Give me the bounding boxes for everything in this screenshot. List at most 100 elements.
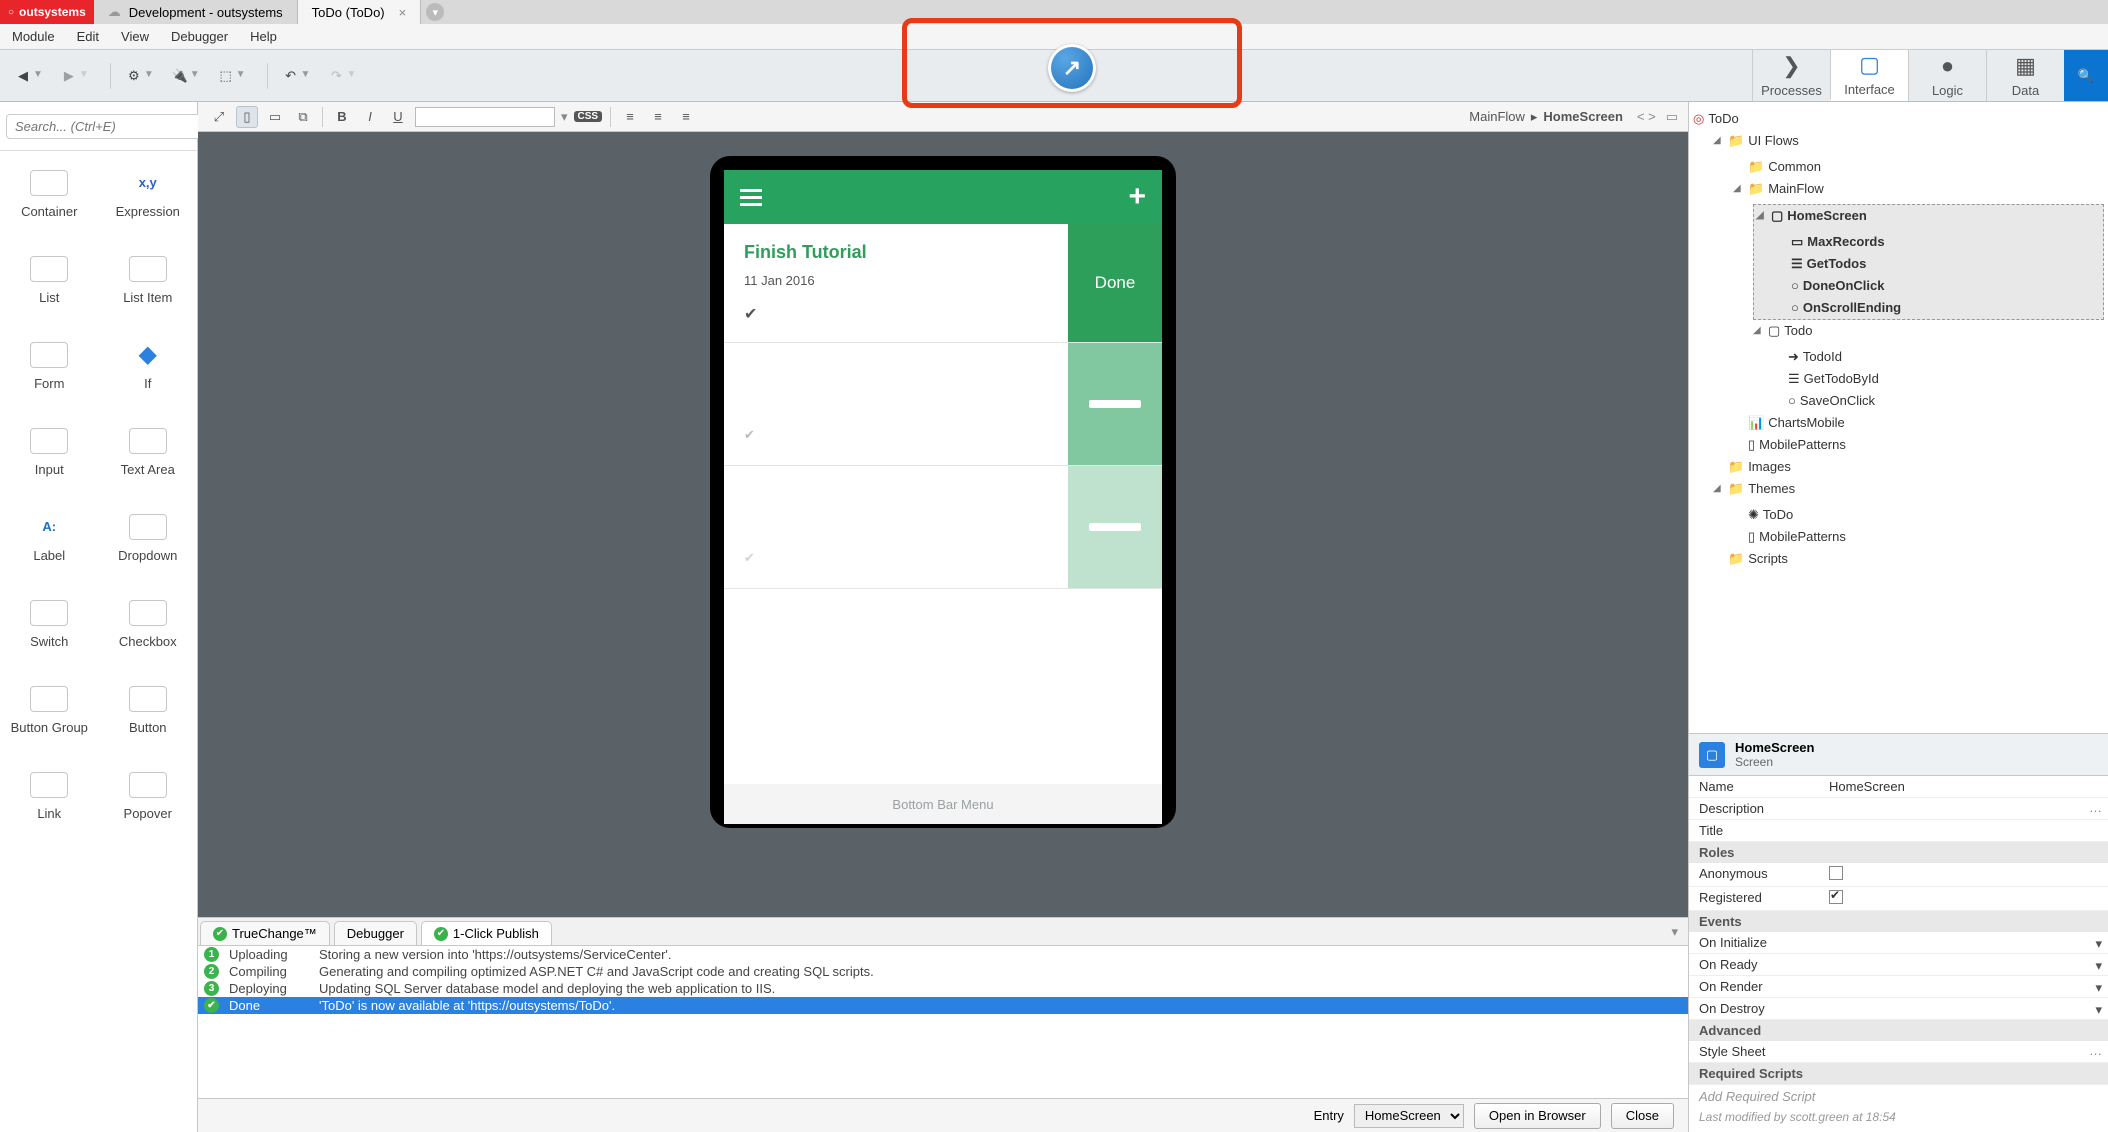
tree-node[interactable]: ▯MobilePatterns	[1733, 526, 2104, 548]
align-center-button[interactable]: ≡	[647, 106, 669, 128]
module-icon[interactable]: ⬚	[215, 65, 237, 87]
add-icon[interactable]: +	[1128, 180, 1146, 214]
bold-button[interactable]: B	[331, 106, 353, 128]
menu-edit[interactable]: Edit	[77, 29, 99, 44]
entry-select[interactable]: HomeScreen	[1354, 1104, 1464, 1128]
tree-node[interactable]: 📁Images	[1713, 456, 2104, 478]
tree-node[interactable]: ◢📁UI Flows📁Common◢📁MainFlow◢▢HomeScreen▭…	[1713, 130, 2104, 456]
settings-icon[interactable]: ⚙	[123, 65, 145, 87]
done-action[interactable]: Done	[1068, 224, 1162, 342]
hamburger-icon[interactable]	[740, 189, 762, 206]
prop-value[interactable]: ▾	[1819, 954, 2108, 976]
undo-button[interactable]: ↶	[280, 65, 302, 87]
tree-node[interactable]: ✺ToDo	[1733, 504, 2104, 526]
menu-view[interactable]: View	[121, 29, 149, 44]
tool-list[interactable]: List	[0, 237, 99, 323]
tool-expression[interactable]: x,yExpression	[99, 151, 198, 237]
data-tab[interactable]: ▦Data	[1986, 50, 2064, 101]
tree-node[interactable]: ◢▢HomeScreen▭MaxRecords☰GetTodos○DoneOnC…	[1753, 204, 2104, 320]
tree-node[interactable]: ◢📁MainFlow◢▢HomeScreen▭MaxRecords☰GetTod…	[1733, 178, 2104, 412]
italic-button[interactable]: I	[359, 106, 381, 128]
log-row[interactable]: 2CompilingGenerating and compiling optim…	[198, 963, 1688, 980]
tree-node[interactable]: ○DoneOnClick	[1776, 275, 2101, 297]
tool-list-item[interactable]: List Item	[99, 237, 198, 323]
env-tab[interactable]: Development - outsystems	[94, 0, 298, 24]
prop-value[interactable]: ▾	[1819, 932, 2108, 954]
menu-module[interactable]: Module	[12, 29, 55, 44]
plug-icon[interactable]: 🔌	[169, 65, 191, 87]
align-left-button[interactable]: ≡	[619, 106, 641, 128]
tree-node[interactable]: 📁Scripts	[1713, 548, 2104, 570]
tree-node[interactable]: ◢📁Themes✺ToDo▯MobilePatterns	[1713, 478, 2104, 548]
interface-tab[interactable]: ▢Interface	[1830, 50, 1908, 101]
tool-link[interactable]: Link	[0, 753, 99, 839]
nav-forward-button[interactable]: ▶	[58, 65, 80, 87]
tool-form[interactable]: Form	[0, 323, 99, 409]
redo-button[interactable]: ↷	[325, 65, 347, 87]
tool-checkbox[interactable]: Checkbox	[99, 581, 198, 667]
tool-popover[interactable]: Popover	[99, 753, 198, 839]
new-tab-button[interactable]: ▾	[421, 0, 449, 24]
align-right-button[interactable]: ≡	[675, 106, 697, 128]
module-tab[interactable]: ToDo (ToDo)×	[298, 0, 422, 24]
menu-debugger[interactable]: Debugger	[171, 29, 228, 44]
device-desktop-button[interactable]: ⧉	[292, 106, 314, 128]
tree-node[interactable]: ☰GetTodoById	[1773, 368, 2104, 390]
processes-tab[interactable]: ❯Processes	[1752, 50, 1830, 101]
tree-node[interactable]: ➜TodoId	[1773, 346, 2104, 368]
tool-if[interactable]: ◆If	[99, 323, 198, 409]
prop-value[interactable]	[1819, 887, 2108, 911]
style-class-input[interactable]	[415, 107, 555, 127]
tree-node[interactable]: 📁Common	[1733, 156, 2104, 178]
prop-value[interactable]	[1819, 820, 2108, 842]
device-tablet-button[interactable]: ▭	[264, 106, 286, 128]
log-row[interactable]: 1UploadingStoring a new version into 'ht…	[198, 946, 1688, 963]
close-button[interactable]: Close	[1611, 1103, 1674, 1129]
widget-tree-toggle[interactable]: ▭	[1666, 109, 1678, 125]
panel-collapse-button[interactable]: ▾	[1661, 924, 1688, 940]
log-row[interactable]: 3DeployingUpdating SQL Server database m…	[198, 980, 1688, 997]
nav-back-button[interactable]: ◀	[12, 65, 34, 87]
tool-container[interactable]: Container	[0, 151, 99, 237]
tree-node[interactable]: ◢▢Todo➜TodoId☰GetTodoById○SaveOnClick	[1753, 320, 2104, 412]
tree-node[interactable]: 📊ChartsMobile	[1733, 412, 2104, 434]
tool-button-group[interactable]: Button Group	[0, 667, 99, 753]
prop-value[interactable]	[1819, 863, 2108, 887]
menu-help[interactable]: Help	[250, 29, 277, 44]
prop-value[interactable]: ▾	[1819, 976, 2108, 998]
open-in-browser-button[interactable]: Open in Browser	[1474, 1103, 1601, 1129]
global-search-button[interactable]: 🔍	[2064, 50, 2108, 101]
tree-node[interactable]: ▭MaxRecords	[1776, 231, 2101, 253]
tool-button[interactable]: Button	[99, 667, 198, 753]
breadcrumb-root[interactable]: MainFlow	[1469, 109, 1525, 124]
tool-switch[interactable]: Switch	[0, 581, 99, 667]
underline-button[interactable]: U	[387, 106, 409, 128]
tool-input[interactable]: Input	[0, 409, 99, 495]
tree-node[interactable]: ☰GetTodos	[1776, 253, 2101, 275]
toolbox-search-input[interactable]	[6, 114, 202, 139]
tool-label[interactable]: A:Label	[0, 495, 99, 581]
debugger-tab[interactable]: Debugger	[334, 921, 417, 945]
tool-text-area[interactable]: Text Area	[99, 409, 198, 495]
css-button[interactable]: CSS	[574, 111, 603, 122]
tree-node[interactable]: ▯MobilePatterns	[1733, 434, 2104, 456]
logic-tab[interactable]: ●Logic	[1908, 50, 1986, 101]
log-row[interactable]: ✔Done'ToDo' is now available at 'https:/…	[198, 997, 1688, 1014]
prop-value[interactable]: …	[1819, 1041, 2108, 1063]
breadcrumb-leaf[interactable]: HomeScreen	[1543, 109, 1622, 124]
one-click-publish-tab[interactable]: ✔1-Click Publish	[421, 921, 552, 945]
truechange-tab[interactable]: ✔TrueChange™	[200, 921, 330, 945]
one-click-publish-button[interactable]	[1048, 44, 1096, 92]
tab-close-icon[interactable]: ×	[399, 5, 407, 20]
wand-icon[interactable]: ⤢	[208, 106, 230, 128]
tree-node[interactable]: ○OnScrollEnding	[1776, 297, 2101, 319]
tree-node[interactable]: ○SaveOnClick	[1773, 390, 2104, 412]
prop-value[interactable]: HomeScreen	[1819, 776, 2108, 798]
device-phone-button[interactable]: ▯	[236, 106, 258, 128]
tool-dropdown[interactable]: Dropdown	[99, 495, 198, 581]
code-toggle-button[interactable]: < >	[1637, 109, 1656, 124]
add-required-script[interactable]: Add Required Script	[1689, 1084, 2108, 1108]
prop-value[interactable]: …	[1819, 798, 2108, 820]
design-canvas[interactable]: + Finish Tutorial 11 Jan 2016 ✔ Done	[198, 132, 1688, 917]
prop-value[interactable]: ▾	[1819, 998, 2108, 1020]
